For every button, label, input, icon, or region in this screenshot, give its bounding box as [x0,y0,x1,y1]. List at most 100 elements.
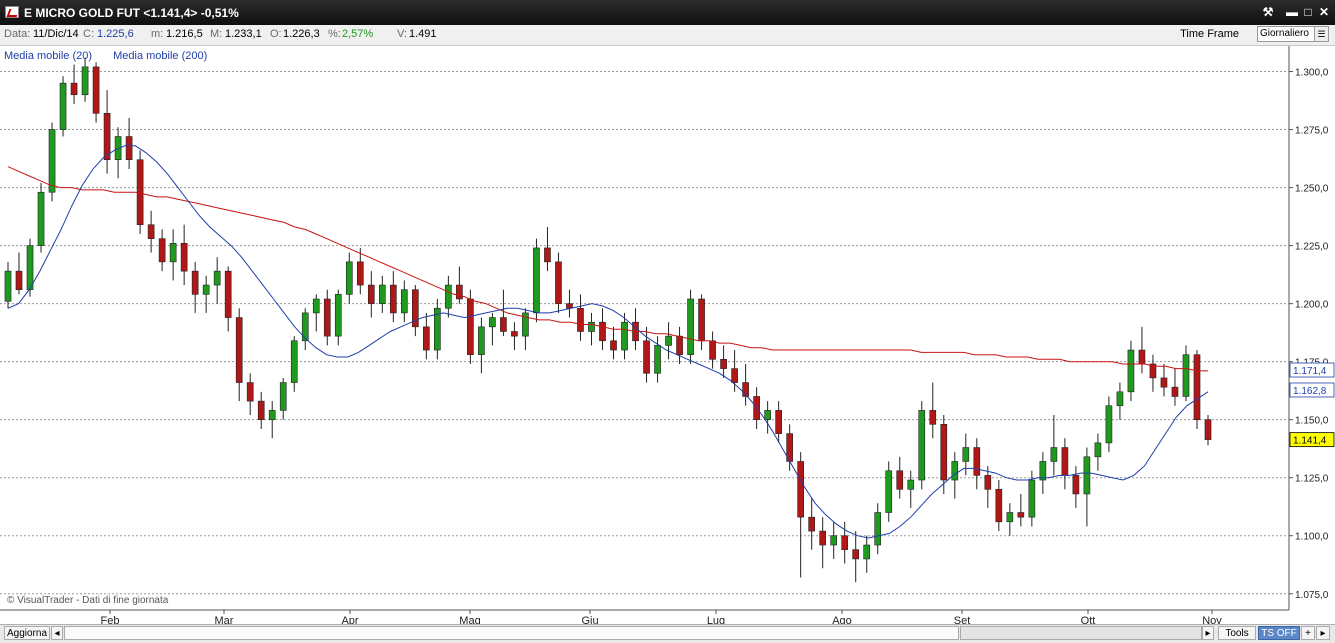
candle [1138,349,1146,365]
bottom-bar: Aggiorna ◂ ▸ Tools TS OFF + ▸ [0,624,1335,643]
candle [819,530,827,546]
price-label: 1.171,4 [1293,366,1327,377]
candle [764,410,771,420]
candle [456,284,463,300]
candle [70,82,78,96]
close-button[interactable]: ✕ [1316,4,1332,20]
candle [885,470,893,513]
candle [312,298,320,314]
x-tick-label: Feb [101,615,120,624]
candle [863,544,871,560]
candle [1006,512,1014,523]
scroll-track-left[interactable] [64,626,959,640]
title-bar: E MICRO GOLD FUT <1.141,4> -0,51% ⚒ ▬ □ … [0,0,1335,26]
price-label: 1.141,4 [1293,436,1327,447]
candle [1204,419,1212,440]
chevron-down-icon[interactable]: ☰ [1314,27,1328,41]
scroll-left-button[interactable]: ◂ [51,626,63,640]
refresh-button[interactable]: Aggiorna [4,626,50,640]
max-label: M: [210,28,223,40]
tools-button[interactable]: Tools [1218,626,1256,640]
candle [808,516,815,532]
y-tick-label: 1.275,0 [1295,126,1329,137]
x-tick-label: Giu [581,615,598,624]
y-tick-label: 1.075,0 [1295,590,1329,601]
candle [257,400,265,420]
info-bar: Data: 11/Dic/14 C: 1.225,6 m: 1.216,5 M:… [0,25,1335,46]
candle [158,238,166,263]
candle [279,382,287,411]
candle [918,410,926,481]
candle [136,159,144,226]
close-value: 1.225,6 [97,28,134,40]
ts-off-button[interactable]: TS OFF [1258,626,1300,640]
candle [37,191,45,246]
candle [1028,479,1036,518]
candle [48,129,56,193]
candle [907,479,915,490]
scrollbar-thumb[interactable] [960,626,1202,640]
candle [896,470,904,490]
candle [929,410,937,425]
candle [1094,442,1102,458]
candle [973,447,981,476]
open-value: 1.226,3 [283,28,320,40]
x-tick-label: Ago [832,615,852,624]
candle [698,298,705,342]
candle [367,284,375,304]
date-label: Data: [4,28,31,40]
candle [1127,349,1135,393]
candle [334,294,342,337]
candle [1193,354,1201,420]
maximize-button[interactable]: □ [1300,4,1316,20]
expand-button[interactable]: ▸ [1316,626,1330,640]
x-tick-label: Nov [1202,615,1222,624]
candle [378,284,386,304]
candle [268,410,276,420]
x-tick-label: Ott [1081,615,1096,624]
legend-ma200[interactable]: Media mobile (200) [113,50,207,62]
candle [356,261,364,286]
candle [533,247,540,314]
y-tick-label: 1.100,0 [1295,532,1329,543]
candle [1050,447,1058,462]
watermark: © VisualTrader - Dati di fine giornata [7,595,169,606]
y-tick-label: 1.225,0 [1295,242,1329,253]
y-tick-labels: 1.300,01.275,01.250,01.225,01.200,01.175… [1289,68,1329,601]
pct-value: 2,57% [342,28,374,40]
volume-label: V: [397,28,407,40]
plot-area [0,46,1289,610]
candle [235,317,243,383]
x-tick-label: Apr [341,615,358,624]
candle [125,136,133,161]
open-label: O: [270,28,282,40]
candle [103,113,111,161]
candle [687,298,694,355]
candle [290,340,298,383]
minimize-button[interactable]: ▬ [1284,4,1300,20]
x-tick-label: Mag [459,615,480,624]
candle [852,549,860,560]
candle [720,359,727,369]
timeframe-value: Giornaliero [1260,28,1309,39]
app-icon [5,6,19,18]
candle [1105,405,1113,444]
candle [588,321,595,332]
timeframe-select[interactable]: Giornaliero ☰ [1257,26,1329,42]
candle [1083,456,1091,495]
max-value: 1.233,1 [225,28,262,40]
candle [621,321,628,351]
candle [246,382,254,402]
tools-icon[interactable]: ⚒ [1260,4,1276,20]
candle [213,270,221,286]
y-tick-label: 1.150,0 [1295,416,1329,427]
price-chart[interactable]: 1.300,01.275,01.250,01.225,01.200,01.175… [0,46,1335,624]
add-button[interactable]: + [1301,626,1315,640]
candle [489,317,496,328]
candle [874,512,882,546]
candle [555,261,562,304]
candle [169,242,177,263]
candle [1116,391,1124,407]
scroll-right-button[interactable]: ▸ [1202,626,1214,640]
legend-ma20[interactable]: Media mobile (20) [4,50,92,62]
